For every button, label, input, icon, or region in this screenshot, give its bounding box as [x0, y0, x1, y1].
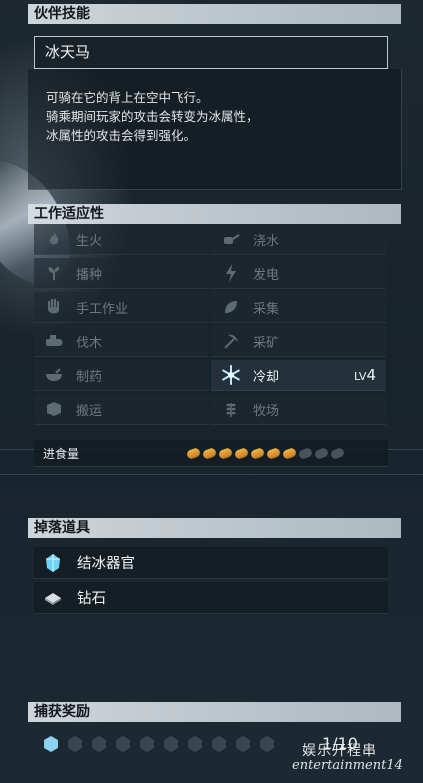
capture-reward-hex-icon	[188, 736, 202, 752]
capture-reward-hex-icon	[92, 736, 106, 752]
leaf-icon	[221, 297, 241, 317]
work-item-gathering[interactable]: 采集	[211, 292, 386, 323]
drop-item[interactable]: 结冰器官	[34, 547, 388, 579]
work-item-cooling[interactable]: 冷却 LV4	[211, 360, 386, 391]
food-bread-icon	[185, 446, 202, 460]
food-bread-icon	[281, 446, 298, 460]
capture-reward-hex-icon	[68, 736, 82, 752]
drop-item[interactable]: 钻石	[34, 582, 388, 614]
food-bread-icon	[313, 446, 330, 460]
work-label: 伐木	[76, 335, 103, 351]
partner-skill-name: 冰天马	[34, 36, 388, 69]
work-label: 制药	[76, 369, 103, 385]
capture-reward-hex-icon	[164, 736, 178, 752]
drops-header: 掉落道具	[28, 518, 401, 538]
capture-reward-header: 捕获奖励	[28, 702, 401, 722]
work-item-transporting[interactable]: 搬运	[34, 394, 209, 425]
work-item-farming[interactable]: 牧场	[211, 394, 386, 425]
drop-item-label: 结冰器官	[77, 556, 135, 572]
description-line: 可骑在它的背上在空中飞行。	[46, 90, 209, 105]
work-label: 播种	[76, 267, 103, 283]
watermark-subtext: entertainment14	[292, 758, 403, 773]
box-icon	[44, 399, 64, 419]
food-label: 进食量	[43, 446, 80, 461]
description-line: 冰属性的攻击会得到强化。	[46, 128, 197, 143]
drop-item-label: 钻石	[77, 591, 106, 607]
work-item-lumbering[interactable]: 伐木	[34, 326, 209, 357]
flame-icon	[44, 229, 64, 249]
food-meter	[185, 446, 347, 460]
partner-skill-description: 可骑在它的背上在空中飞行。 骑乘期间玩家的攻击会转变为冰属性， 冰属性的攻击会得…	[46, 88, 376, 145]
work-item-medicine[interactable]: 制药	[34, 360, 209, 391]
food-bread-icon	[233, 446, 250, 460]
food-consumption-row: 进食量	[34, 440, 388, 467]
capture-reward-progress	[44, 736, 284, 752]
capture-reward-hex-icon	[116, 736, 130, 752]
lightning-icon	[221, 263, 241, 283]
food-bread-icon	[297, 446, 314, 460]
work-label: 发电	[253, 267, 280, 283]
work-item-mining[interactable]: 采矿	[211, 326, 386, 357]
food-bread-icon	[249, 446, 266, 460]
capture-reward-hex-icon	[260, 736, 274, 752]
work-level: LV4	[354, 366, 376, 384]
food-bread-icon	[201, 446, 218, 460]
ice-organ-icon	[43, 553, 63, 573]
work-label: 采集	[253, 301, 280, 317]
watering-can-icon	[221, 229, 241, 249]
capture-reward-hex-icon	[140, 736, 154, 752]
food-bread-icon	[265, 446, 282, 460]
snowflake-icon	[221, 365, 241, 385]
capture-reward-hex-icon	[44, 736, 58, 752]
work-item-planting[interactable]: 播种	[34, 258, 209, 289]
work-label: 手工作业	[76, 301, 129, 317]
work-label: 搬运	[76, 403, 103, 419]
sprout-icon	[44, 263, 64, 283]
work-label: 冷却	[253, 369, 280, 385]
hand-icon	[44, 297, 64, 317]
capture-reward-hex-icon	[212, 736, 226, 752]
work-label: 牧场	[253, 403, 280, 419]
work-item-watering[interactable]: 浇水	[211, 224, 386, 255]
wheat-icon	[221, 399, 241, 419]
work-item-kindling[interactable]: 生火	[34, 224, 209, 255]
food-bread-icon	[217, 446, 234, 460]
description-line: 骑乘期间玩家的攻击会转变为冰属性，	[46, 109, 259, 124]
work-label: 采矿	[253, 335, 280, 351]
divider-line	[0, 474, 423, 475]
work-suitability-header: 工作适应性	[28, 204, 401, 224]
food-bread-icon	[329, 446, 346, 460]
partner-skill-header: 伙伴技能	[28, 4, 401, 24]
pickaxe-icon	[221, 331, 241, 351]
work-suitability-grid: 生火 浇水 播种 发电 手工作业 采集 伐木 采矿 制药 冷却 LV4 搬运 牧…	[34, 224, 388, 428]
work-item-electricity[interactable]: 发电	[211, 258, 386, 289]
bowl-icon	[44, 365, 64, 385]
watermark-text: 娱乐开程串	[302, 743, 377, 759]
work-label: 浇水	[253, 233, 280, 249]
capture-reward-hex-icon	[236, 736, 250, 752]
diamond-icon	[43, 588, 63, 608]
work-item-handiwork[interactable]: 手工作业	[34, 292, 209, 323]
log-icon	[44, 331, 64, 351]
work-label: 生火	[76, 233, 103, 249]
